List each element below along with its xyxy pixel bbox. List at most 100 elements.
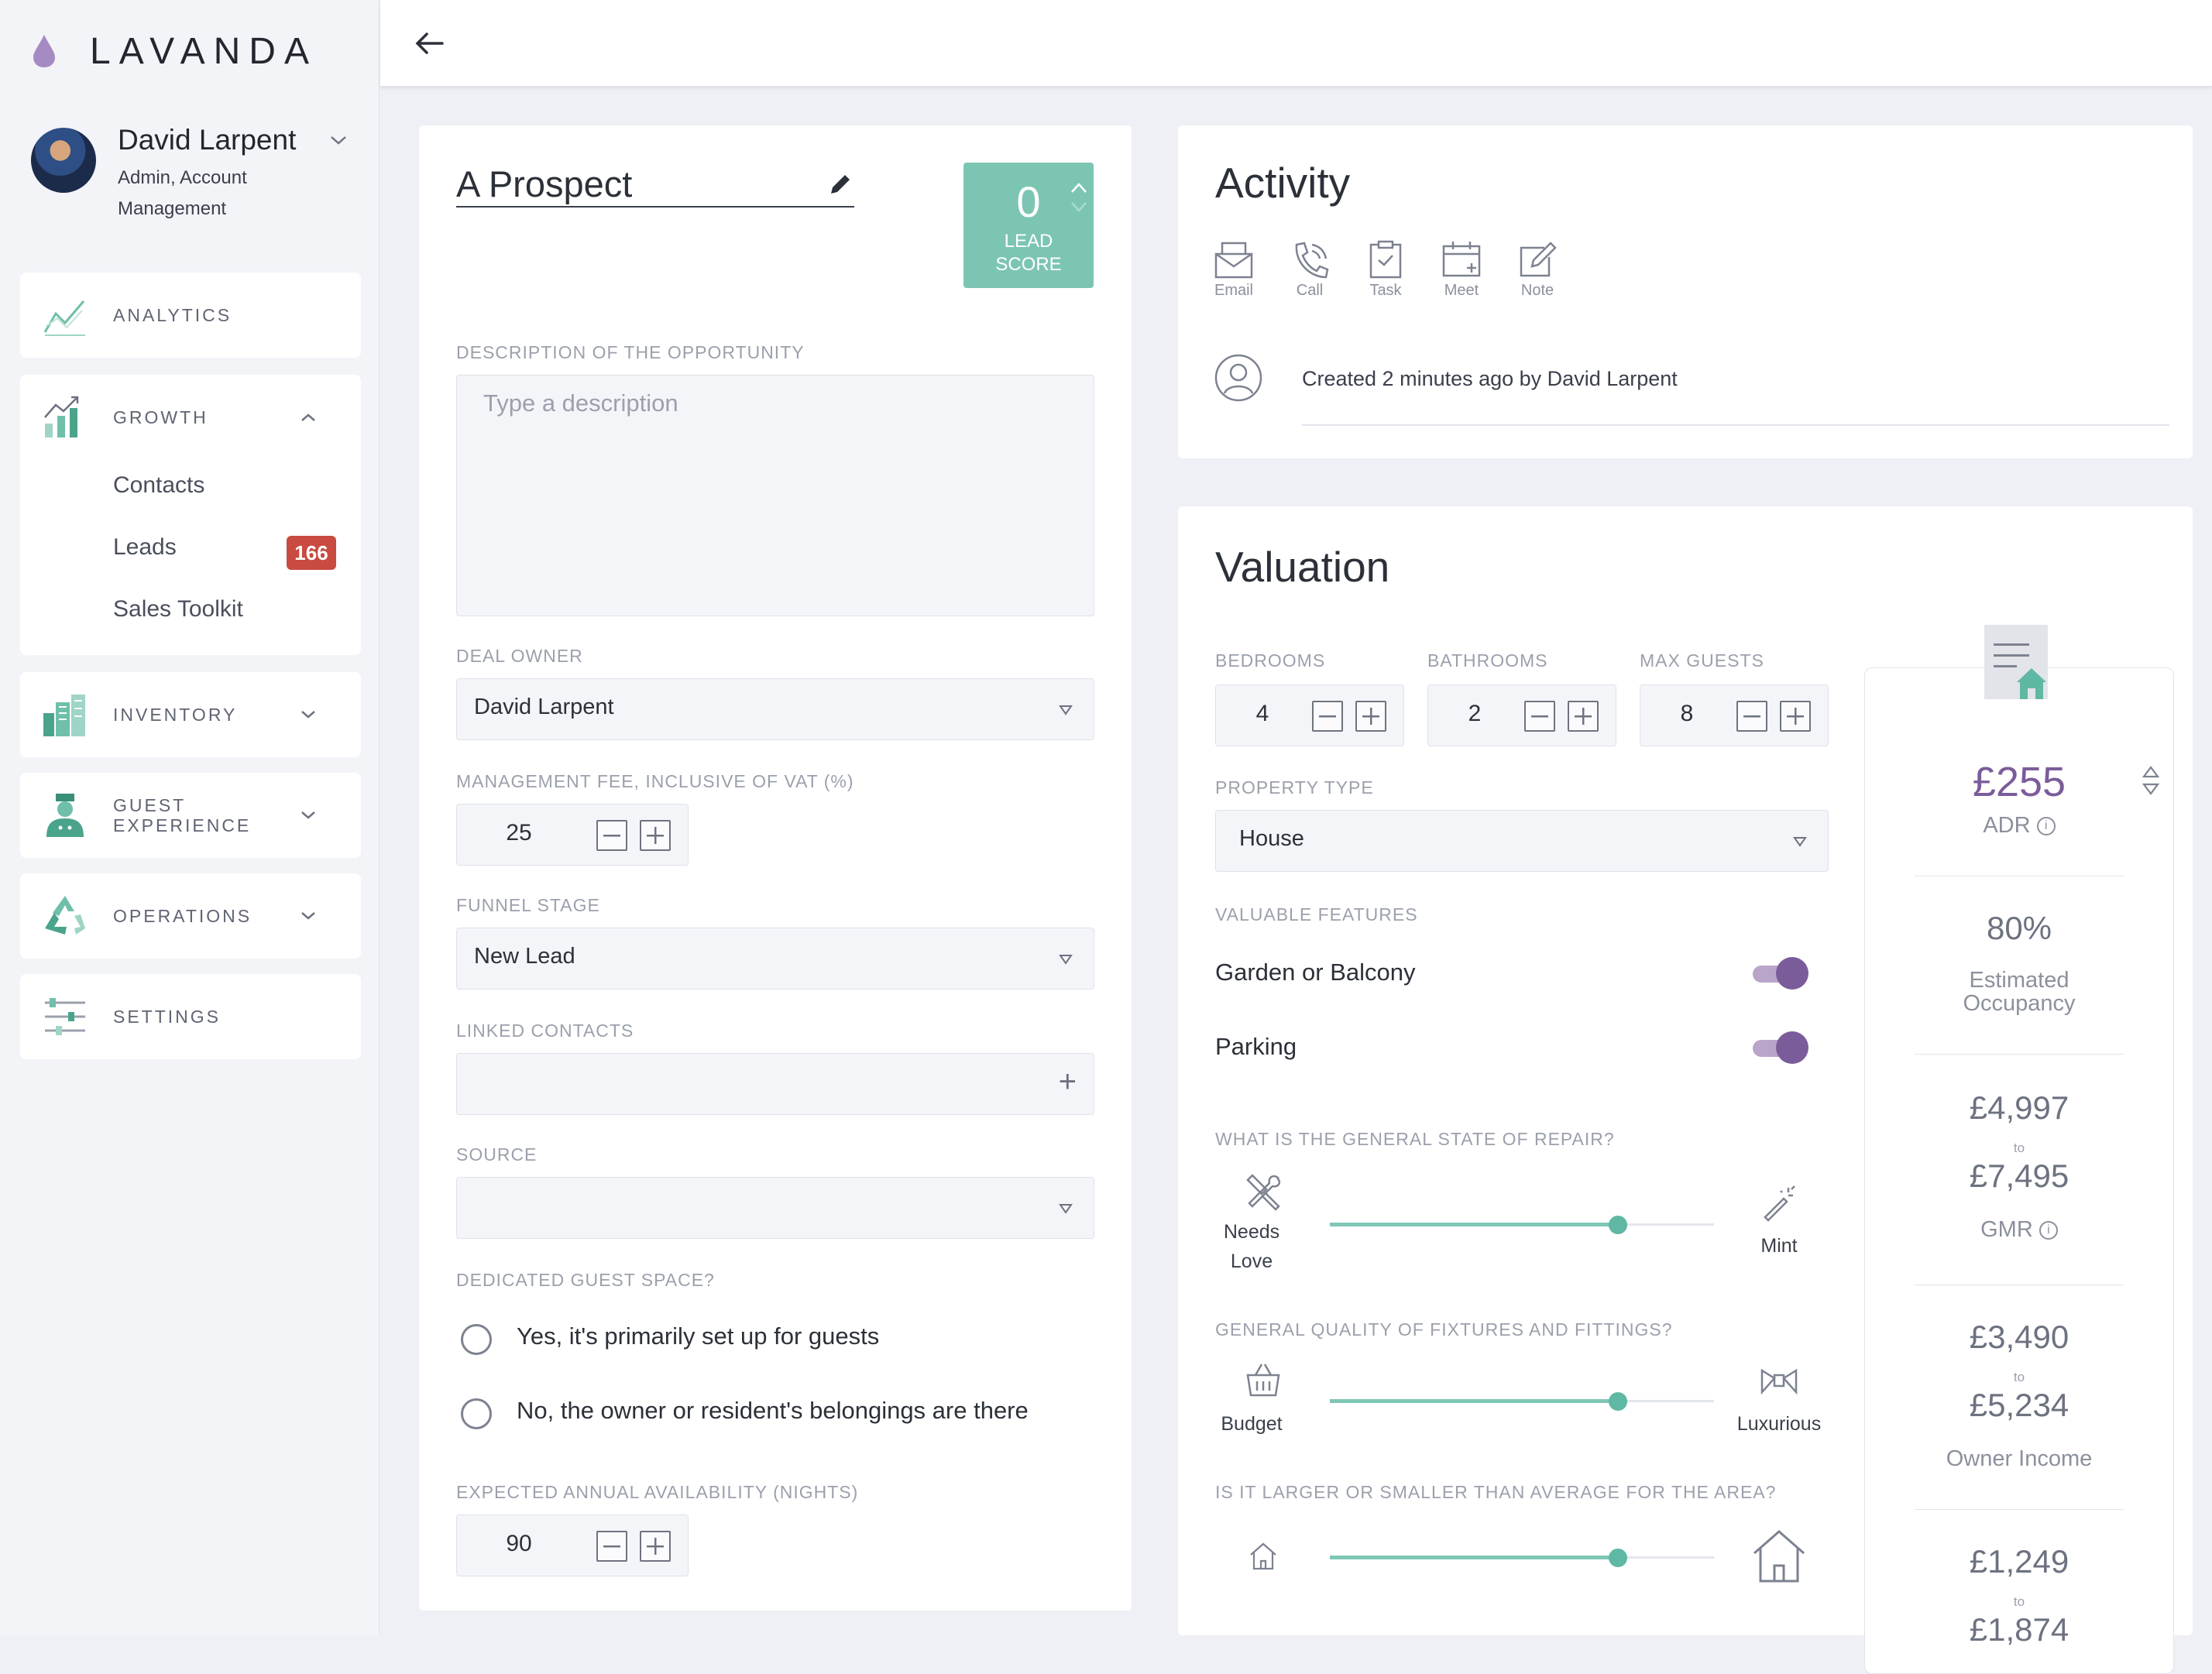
quality-label: GENERAL QUALITY OF FIXTURES AND FITTINGS… xyxy=(1215,1319,1673,1340)
activity-call-button[interactable]: Call xyxy=(1279,240,1341,300)
avatar xyxy=(31,128,96,193)
increment-button[interactable] xyxy=(640,1531,671,1562)
gmr-to: to xyxy=(2013,1141,2025,1155)
feature-garden-toggle[interactable] xyxy=(1753,957,1808,991)
size-slider[interactable] xyxy=(1330,1545,1714,1569)
decrement-button[interactable] xyxy=(596,1531,627,1562)
small-house-icon xyxy=(1250,1542,1276,1570)
info-icon[interactable]: i xyxy=(2036,817,2056,836)
back-arrow-icon[interactable] xyxy=(408,23,455,63)
brand-logo[interactable]: LAVANDA xyxy=(31,29,318,73)
decrement-button[interactable] xyxy=(1736,701,1767,732)
availability-stepper[interactable]: 90 xyxy=(456,1514,689,1576)
linked-contacts-field[interactable]: + xyxy=(456,1053,1094,1115)
pencil-icon[interactable] xyxy=(826,170,854,198)
increment-button[interactable] xyxy=(640,820,671,851)
activity-meet-button[interactable]: Meet xyxy=(1431,240,1492,300)
decrement-button[interactable] xyxy=(1524,701,1555,732)
other-to: to xyxy=(2013,1594,2025,1609)
chevron-down-icon[interactable] xyxy=(299,910,318,922)
increment-button[interactable] xyxy=(1568,701,1599,732)
owner-value: David Larpent xyxy=(474,695,614,719)
slider-fill xyxy=(1330,1223,1618,1226)
sidebar-item-settings[interactable]: SETTINGS xyxy=(20,974,361,1059)
property-type-select[interactable]: House xyxy=(1215,810,1829,872)
sidebar-item-inventory[interactable]: INVENTORY xyxy=(20,672,361,757)
guest-space-no-label[interactable]: No, the owner or resident's belongings a… xyxy=(517,1397,1029,1425)
activity-email-label: Email xyxy=(1214,282,1253,299)
feature-parking-label: Parking xyxy=(1215,1033,1297,1060)
source-select[interactable] xyxy=(456,1177,1094,1239)
repair-high-caption: Mint xyxy=(1760,1235,1798,1257)
decrement-button[interactable] xyxy=(1312,701,1343,732)
decrement-button[interactable] xyxy=(596,820,627,851)
slider-fill xyxy=(1330,1399,1618,1403)
adr-caption: ADR i xyxy=(1865,814,2173,837)
activity-note-button[interactable]: Note xyxy=(1506,240,1568,300)
note-edit-icon xyxy=(1520,242,1557,277)
concierge-icon xyxy=(46,794,84,837)
bedrooms-stepper[interactable]: 4 xyxy=(1215,684,1404,746)
feature-parking-toggle[interactable] xyxy=(1753,1031,1808,1065)
features-label: VALUABLE FEATURES xyxy=(1215,904,1418,924)
sidebar-item-leads[interactable]: Leads xyxy=(113,534,177,561)
linked-contacts-label: LINKED CONTACTS xyxy=(456,1021,634,1041)
valuation-stats-panel: £255 ADR i 80% Estimated Occupancy £4,99… xyxy=(1864,625,2174,1674)
deal-title-field[interactable]: A Prospect xyxy=(456,160,854,208)
slider-handle[interactable] xyxy=(1609,1549,1627,1567)
guest-space-yes-label[interactable]: Yes, it's primarily set up for guests xyxy=(517,1322,879,1350)
phone-icon xyxy=(1295,242,1329,279)
sidebar-item-growth[interactable]: GROWTH xyxy=(20,375,361,460)
info-icon[interactable]: i xyxy=(2039,1221,2058,1240)
activity-email-button[interactable]: Email xyxy=(1203,240,1265,300)
gmr-label: GMR xyxy=(1980,1217,2033,1242)
gmr-high: £7,495 xyxy=(1969,1158,2069,1194)
fee-stepper[interactable]: 25 xyxy=(456,804,689,866)
chevron-down-icon[interactable] xyxy=(299,708,318,721)
funnel-select[interactable]: New Lead xyxy=(456,928,1094,990)
line-chart-icon xyxy=(43,300,85,336)
chevron-up-icon[interactable] xyxy=(299,411,318,424)
description-placeholder: Type a description xyxy=(483,389,678,417)
description-input[interactable]: Type a description xyxy=(456,375,1094,616)
increment-button[interactable] xyxy=(1355,701,1386,732)
basket-icon xyxy=(1246,1364,1280,1397)
activity-meet-label: Meet xyxy=(1444,282,1479,299)
sidebar-item-analytics[interactable]: ANALYTICS xyxy=(20,273,361,358)
activity-task-button[interactable]: Task xyxy=(1355,240,1417,300)
sort-arrows-icon[interactable] xyxy=(1069,180,1089,215)
toggle-knob xyxy=(1776,957,1808,990)
max-guests-stepper[interactable]: 8 xyxy=(1640,684,1829,746)
divider xyxy=(1915,1054,2124,1055)
guest-space-no-radio[interactable] xyxy=(461,1398,492,1429)
slider-fill xyxy=(1330,1556,1618,1559)
dropdown-arrow-icon xyxy=(1059,1204,1073,1214)
gmr-caption: GMR i xyxy=(1865,1218,2173,1241)
sidebar-section-growth: GROWTH Contacts Leads 166 Sales Toolkit xyxy=(20,375,361,655)
bathrooms-stepper[interactable]: 2 xyxy=(1427,684,1616,746)
guest-space-yes-radio[interactable] xyxy=(461,1324,492,1355)
activity-note-label: Note xyxy=(1520,282,1554,299)
activity-title: Activity xyxy=(1215,159,1351,207)
other-high: £1,874 xyxy=(1969,1611,2069,1648)
sidebar-item-guest-experience[interactable]: GUEST EXPERIENCE xyxy=(20,773,361,858)
add-contact-button[interactable]: + xyxy=(1059,1065,1077,1099)
wrench-screwdriver-icon xyxy=(1246,1174,1281,1211)
dropdown-arrow-icon xyxy=(1059,955,1073,965)
chevron-down-icon[interactable] xyxy=(299,809,318,822)
bow-tie-icon xyxy=(1760,1368,1798,1395)
chevron-down-icon[interactable] xyxy=(328,133,349,147)
sidebar-item-contacts[interactable]: Contacts xyxy=(113,472,204,499)
slider-handle[interactable] xyxy=(1609,1392,1627,1411)
property-type-label: PROPERTY TYPE xyxy=(1215,777,1374,798)
sidebar-item-sales-toolkit[interactable]: Sales Toolkit xyxy=(113,596,243,623)
slider-handle[interactable] xyxy=(1609,1216,1627,1234)
repair-slider[interactable] xyxy=(1330,1213,1714,1236)
dropdown-arrow-icon xyxy=(1059,705,1073,715)
activity-call-label: Call xyxy=(1296,282,1324,299)
sidebar-item-operations[interactable]: OPERATIONS xyxy=(20,873,361,959)
increment-button[interactable] xyxy=(1780,701,1811,732)
quality-slider[interactable] xyxy=(1330,1389,1714,1412)
owner-select[interactable]: David Larpent xyxy=(456,678,1094,740)
availability-value: 90 xyxy=(506,1531,532,1556)
